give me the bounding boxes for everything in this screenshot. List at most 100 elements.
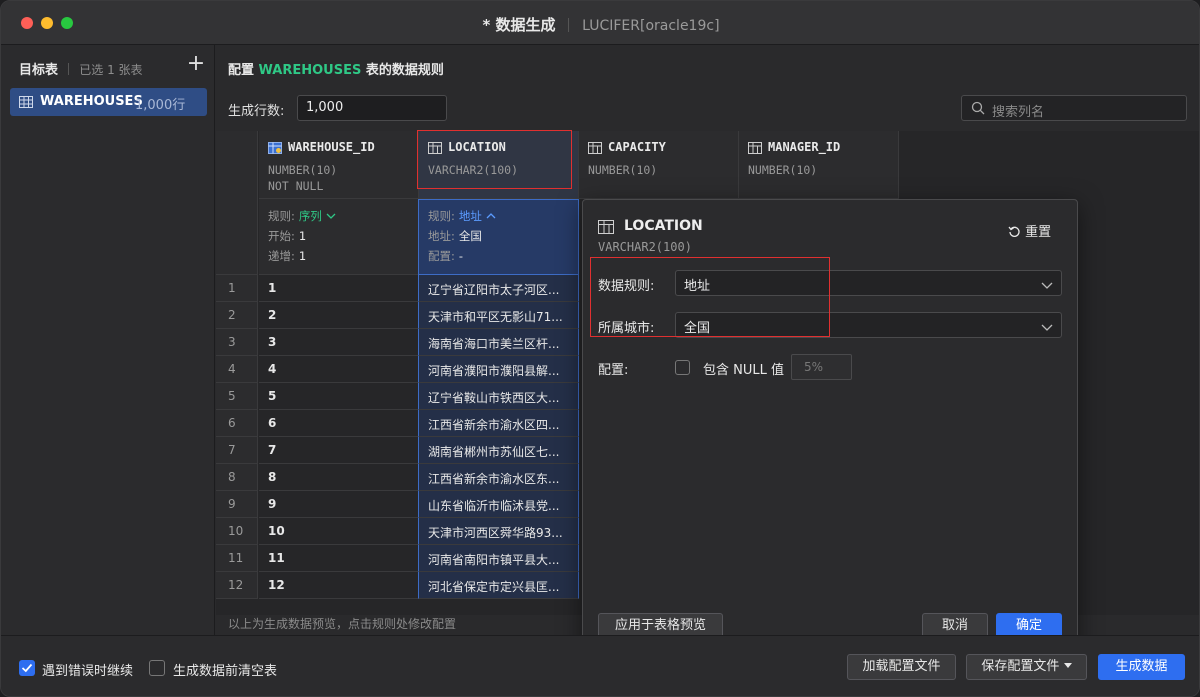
null-percent-input[interactable]: 5% xyxy=(791,354,852,380)
column-header-capacity[interactable]: CAPACITY NUMBER(10) xyxy=(579,131,739,199)
column-constraint: NOT NULL xyxy=(268,179,324,193)
cell-location: 辽宁省鞍山市铁西区大... xyxy=(418,383,579,410)
rule-row-index xyxy=(216,199,258,275)
column-type: NUMBER(10) xyxy=(588,162,657,178)
continue-on-error-checkbox[interactable] xyxy=(19,660,35,676)
column-name: WAREHOUSE_ID xyxy=(288,140,375,154)
search-placeholder: 搜索列名 xyxy=(992,105,1045,120)
data-rule-select[interactable]: 地址 xyxy=(675,270,1062,296)
cell-warehouse-id: 8 xyxy=(259,464,419,491)
rule-cell-location[interactable]: 规则: 地址 地址: 全国 配置: - xyxy=(418,199,579,275)
sidebar-header: 目标表 已选 1 张表 xyxy=(19,59,143,78)
footer-bar: 遇到错误时继续 生成数据前清空表 加载配置文件 保存配置文件 生成数据 xyxy=(1,635,1199,696)
cell-warehouse-id: 9 xyxy=(259,491,419,518)
title-separator xyxy=(568,18,570,32)
rule-cell-warehouse-id[interactable]: 规则: 序列 开始: 1 递增: 1 xyxy=(259,199,419,275)
rule-config-label: 配置: xyxy=(428,249,455,263)
reset-button[interactable]: 重置 xyxy=(1008,221,1051,240)
chevron-down-icon xyxy=(326,209,336,223)
cell-location: 江西省新余市渝水区四... xyxy=(418,410,579,437)
city-selected-value: 全国 xyxy=(684,321,711,336)
row-index: 8 xyxy=(216,464,258,491)
selected-count: 已选 1 张表 xyxy=(79,63,143,77)
rule-line: 配置: - xyxy=(428,248,463,264)
rule-value: 序列 xyxy=(298,209,322,223)
column-icon xyxy=(748,142,762,158)
grid-corner xyxy=(216,131,258,199)
chevron-down-icon xyxy=(1041,321,1053,336)
cell-warehouse-id: 3 xyxy=(259,329,419,356)
table-icon xyxy=(19,96,33,112)
reset-icon xyxy=(1008,225,1021,240)
load-config-button[interactable]: 加载配置文件 xyxy=(847,654,956,680)
column-rule-popover: LOCATION VARCHAR2(100) 重置 数据规则: 地址 所属城市:… xyxy=(582,199,1078,655)
rule-address-value: 全国 xyxy=(458,229,482,243)
city-select[interactable]: 全国 xyxy=(675,312,1062,338)
cell-warehouse-id: 2 xyxy=(259,302,419,329)
cell-warehouse-id: 12 xyxy=(259,572,419,599)
rule-line: 规则: 地址 xyxy=(428,208,496,224)
column-header-location[interactable]: LOCATION VARCHAR2(100) xyxy=(419,131,579,199)
title-bar: * 数据生成 LUCIFER[oracle19c] xyxy=(1,1,1199,45)
column-header-manager-id[interactable]: MANAGER_ID NUMBER(10) xyxy=(739,131,899,199)
column-name: CAPACITY xyxy=(608,140,666,154)
rule-address-label: 地址: xyxy=(428,229,455,243)
cell-location: 河北省保定市定兴县匡... xyxy=(418,572,579,599)
sidebar-header-separator xyxy=(68,63,70,75)
rule-label: 规则: xyxy=(428,209,455,223)
cell-location: 天津市河西区舜华路93... xyxy=(418,518,579,545)
row-index: 6 xyxy=(216,410,258,437)
truncate-before-generate-checkbox[interactable] xyxy=(149,660,165,676)
sidebar-title: 目标表 xyxy=(19,63,59,78)
chevron-up-icon xyxy=(486,209,496,223)
config-label: 配置: xyxy=(598,363,629,378)
rule-value: 地址 xyxy=(458,209,482,223)
rule-label: 规则: xyxy=(268,209,295,223)
add-table-button[interactable]: + xyxy=(185,53,207,75)
data-rule-label: 数据规则: xyxy=(598,279,655,294)
continue-on-error-label: 遇到错误时继续 xyxy=(42,664,134,679)
popover-column-name: LOCATION xyxy=(624,218,703,234)
row-index: 2 xyxy=(216,302,258,329)
cell-warehouse-id: 6 xyxy=(259,410,419,437)
column-datatype: NUMBER(10) xyxy=(588,163,658,177)
sidebar-item-warehouses[interactable]: WAREHOUSES 1,000行 xyxy=(10,88,207,116)
column-search-input[interactable]: 搜索列名 xyxy=(961,95,1187,121)
rule-line: 规则: 序列 xyxy=(268,208,336,224)
cell-location: 江西省新余市渝水区东... xyxy=(418,464,579,491)
cell-warehouse-id: 11 xyxy=(259,545,419,572)
column-datatype: VARCHAR2(100) xyxy=(428,163,519,177)
config-heading-table: WAREHOUSES xyxy=(258,63,362,78)
column-name: MANAGER_ID xyxy=(768,140,841,154)
cell-location: 河南省南阳市镇平县大... xyxy=(418,545,579,572)
row-index: 10 xyxy=(216,518,258,545)
include-null-checkbox[interactable] xyxy=(675,360,690,375)
checkmark-icon xyxy=(21,663,33,673)
row-index: 12 xyxy=(216,572,258,599)
save-config-button[interactable]: 保存配置文件 xyxy=(966,654,1087,680)
chevron-down-icon xyxy=(1041,279,1053,294)
generate-data-button[interactable]: 生成数据 xyxy=(1098,654,1185,680)
data-rule-selected-value: 地址 xyxy=(684,279,711,294)
column-icon xyxy=(428,142,442,158)
row-index: 1 xyxy=(216,275,258,302)
row-index: 7 xyxy=(216,437,258,464)
row-index: 5 xyxy=(216,383,258,410)
rule-line: 地址: 全国 xyxy=(428,228,482,244)
column-icon xyxy=(598,220,614,238)
cell-location: 辽宁省辽阳市太子河区... xyxy=(418,275,579,302)
preview-hint: 以上为生成数据预览，点击规则处修改配置 xyxy=(228,617,457,631)
window-title: * 数据生成 xyxy=(482,16,556,34)
rows-input[interactable]: 1,000 xyxy=(297,95,447,121)
column-header-warehouse-id[interactable]: WAREHOUSE_ID NUMBER(10) NOT NULL xyxy=(259,131,419,199)
cell-location: 海南省海口市美兰区杆... xyxy=(418,329,579,356)
cell-warehouse-id: 1 xyxy=(259,275,419,302)
column-type: NUMBER(10) xyxy=(748,162,817,178)
cell-location: 天津市和平区无影山71... xyxy=(418,302,579,329)
row-index: 4 xyxy=(216,356,258,383)
column-type: NUMBER(10) NOT NULL xyxy=(268,162,337,194)
column-type: VARCHAR2(100) xyxy=(428,162,518,178)
cell-warehouse-id: 5 xyxy=(259,383,419,410)
row-index: 9 xyxy=(216,491,258,518)
rule-start-label: 开始: xyxy=(268,229,295,243)
